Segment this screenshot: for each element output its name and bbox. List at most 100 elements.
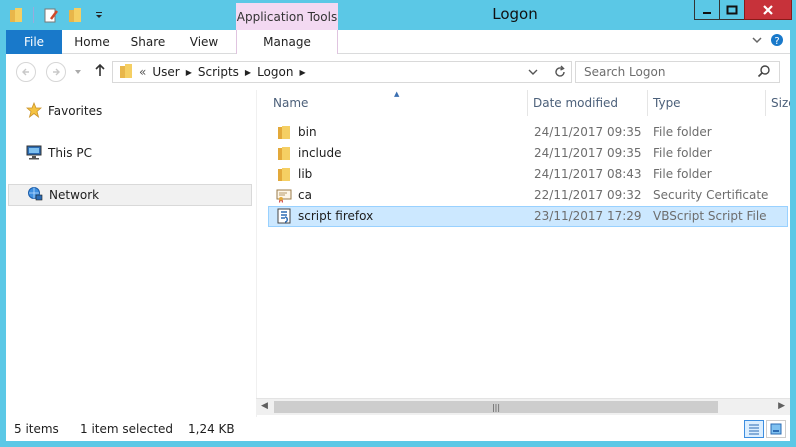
computer-icon [26,144,42,163]
search-input[interactable]: Search Logon [575,61,780,83]
file-name: ca [298,188,312,202]
scroll-thumb[interactable]: ||| [274,401,718,413]
expand-ribbon-icon[interactable] [751,34,763,49]
svg-text:?: ? [774,36,779,47]
network-icon [27,186,43,205]
file-type: Security Certificate [653,188,769,202]
nav-item-network[interactable]: Network [8,184,252,206]
folder-icon [276,145,292,161]
folder-icon[interactable] [6,6,26,24]
nav-item-label: Network [49,188,100,202]
tab-view[interactable]: View [178,30,230,54]
column-header-name[interactable]: Name [268,90,528,116]
address-actions [527,64,567,83]
file-type: File folder [653,146,712,160]
column-header-type[interactable]: Type [648,90,766,116]
details-view-button[interactable] [744,420,764,438]
breadcrumb-user[interactable]: User [152,65,179,79]
breadcrumb-logon[interactable]: Logon [257,65,293,79]
file-type: VBScript Script File [653,209,767,223]
file-date: 24/11/2017 09:35 [534,146,642,160]
scroll-right-icon[interactable]: ▶ [778,401,785,411]
navigation-bar: « User ▶ Scripts ▶ Logon ▶ Search Logon [6,54,790,90]
file-name: script firefox [298,209,374,223]
breadcrumb-scripts[interactable]: Scripts [198,65,239,79]
forward-arrow-icon [53,68,60,76]
ribbon-tabs: File Home Share View Manage ? [6,30,790,54]
back-button[interactable] [16,62,36,82]
nav-item-label: Favorites [48,104,103,118]
file-type: File folder [653,125,712,139]
address-history-icon[interactable] [527,64,539,83]
nav-item-this-pc[interactable]: This PC [8,142,252,164]
file-row[interactable]: include 24/11/2017 09:35 File folder [268,143,788,164]
file-row[interactable]: ca 22/11/2017 09:32 Security Certificate [268,185,788,206]
tab-home[interactable]: Home [66,30,118,54]
details-view-icon [749,424,759,435]
folder-icon [119,63,133,82]
minimize-button[interactable] [694,0,720,20]
file-row[interactable]: bin 24/11/2017 09:35 File folder [268,122,788,143]
scroll-left-icon[interactable]: ◀ [261,401,268,411]
recent-locations-icon[interactable] [74,62,82,80]
tab-file[interactable]: File [6,30,62,54]
customize-toolbar-icon[interactable] [89,6,109,24]
column-header-date-modified[interactable]: Date modified [528,90,648,116]
file-date: 24/11/2017 09:35 [534,125,642,139]
file-date: 23/11/2017 17:29 [534,209,642,223]
properties-icon[interactable] [41,6,61,24]
folder-icon [276,166,292,182]
vbscript-icon [276,208,292,224]
forward-button[interactable] [46,62,66,82]
back-arrow-icon [22,68,29,76]
new-folder-icon[interactable] [65,6,85,24]
title-bar: Application Tools Logon [0,0,796,30]
file-name: bin [298,125,317,139]
column-header-size[interactable]: Size [766,90,790,116]
chevron-right-icon[interactable]: ▶ [186,68,192,77]
maximize-icon [726,5,738,14]
chevron-right-icon[interactable]: ▶ [245,68,251,77]
chevron-right-icon[interactable]: ▶ [299,68,305,77]
star-icon [25,101,43,121]
folder-icon [276,124,292,140]
file-name: lib [298,167,313,181]
explorer-content: Favorites This PC Network ▲ Name Date mo… [6,90,790,417]
file-row-selected[interactable]: script firefox 23/11/2017 17:29 VBScript… [268,206,788,227]
large-icons-view-icon [770,423,782,435]
contextual-tab-application-tools: Application Tools [236,3,338,30]
file-name: include [298,146,342,160]
up-arrow-icon [95,63,105,76]
selection-count: 1 item selected [80,422,174,436]
selection-size: 1,24 KB [188,422,235,436]
search-icon[interactable] [757,64,771,82]
window-controls [694,0,792,20]
toolbar-divider [33,7,34,23]
tab-share[interactable]: Share [122,30,174,54]
navigation-pane: Favorites This PC Network [6,90,254,417]
maximize-button[interactable] [719,0,745,20]
close-icon [763,4,773,15]
file-row[interactable]: lib 24/11/2017 08:43 File folder [268,164,788,185]
nav-item-favorites[interactable]: Favorites [8,100,252,122]
large-icons-view-button[interactable] [766,420,786,438]
horizontal-scrollbar[interactable]: ◀ ||| ▶ [256,398,790,415]
close-button[interactable] [744,0,792,20]
up-button[interactable] [94,63,106,81]
file-date: 22/11/2017 09:32 [534,188,642,202]
certificate-icon [276,187,292,203]
nav-item-label: This PC [48,146,92,160]
window-title: Logon [492,5,538,23]
refresh-icon[interactable] [553,64,567,83]
help-icon[interactable]: ? [770,33,784,50]
breadcrumb-overflow[interactable]: « [139,65,146,79]
file-date: 24/11/2017 08:43 [534,167,642,181]
search-placeholder: Search Logon [584,65,666,79]
item-count: 5 items [14,422,59,436]
pane-divider[interactable] [256,90,257,417]
quick-access-toolbar [6,6,109,24]
address-bar[interactable]: « User ▶ Scripts ▶ Logon ▶ [112,61,572,83]
status-bar: 5 items 1 item selected 1,24 KB [6,417,790,441]
file-type: File folder [653,167,712,181]
tab-manage[interactable]: Manage [236,30,338,54]
